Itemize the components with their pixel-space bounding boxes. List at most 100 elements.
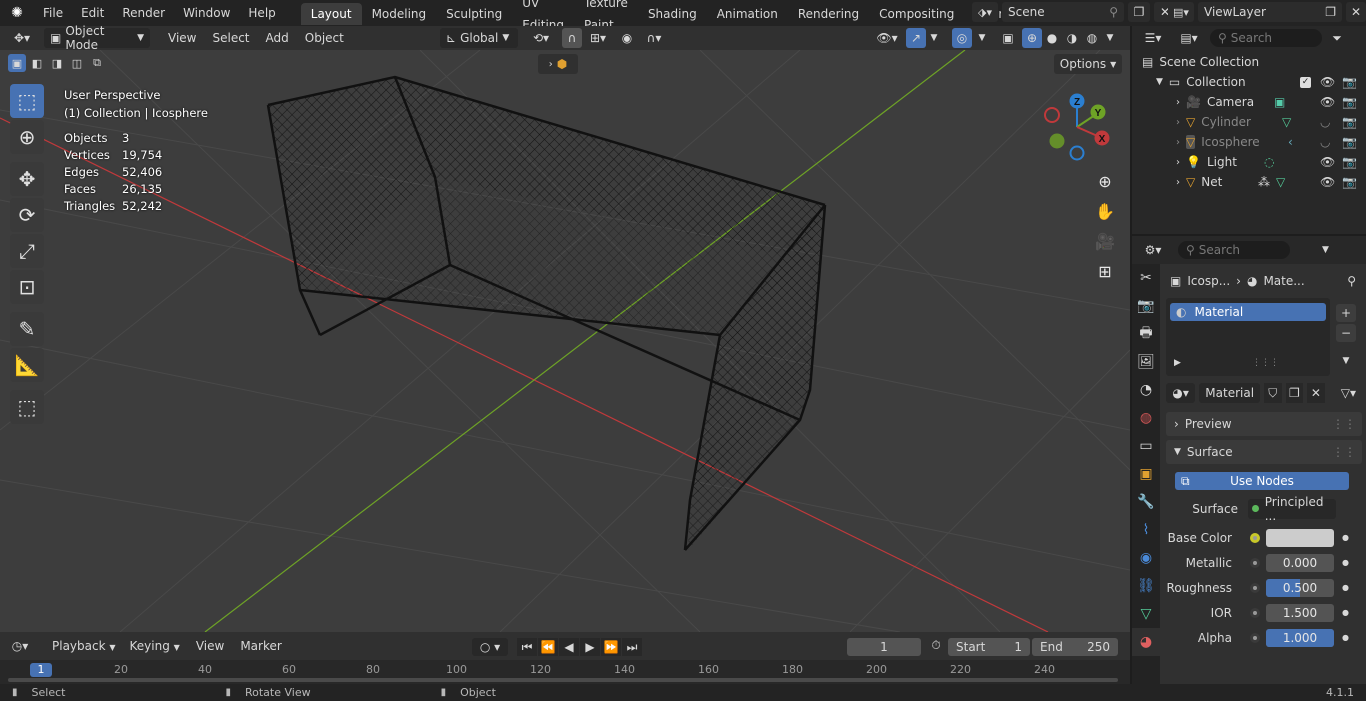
socket-dot-icon[interactable]: [1250, 632, 1260, 643]
drag-handle-icon[interactable]: ⋮⋮: [1332, 445, 1356, 459]
play-reverse-icon[interactable]: ◀: [559, 638, 579, 656]
chevron-down-icon[interactable]: ▼: [928, 33, 940, 43]
outliner-item-net[interactable]: › ▽ Net ⁂ ▽ 👁 📷: [1132, 172, 1366, 192]
view-layer-selector[interactable]: ViewLayer ❐: [1198, 2, 1342, 22]
socket-dot-icon[interactable]: [1250, 582, 1260, 593]
expand-icon[interactable]: ▶: [1174, 358, 1181, 368]
material-tab-icon[interactable]: ◕: [1132, 628, 1160, 656]
measure-tool[interactable]: 📐: [10, 348, 44, 382]
output-tab-icon[interactable]: 🖶: [1132, 320, 1160, 348]
collection-row[interactable]: ▼ ▭ Collection ✓ 👁 📷: [1132, 72, 1366, 92]
tab-modeling[interactable]: Modeling: [362, 3, 437, 25]
add-cube-tool[interactable]: ⬚: [10, 390, 44, 424]
chevron-down-icon[interactable]: ▼: [1156, 77, 1163, 87]
pin-icon[interactable]: ⚲: [1347, 274, 1356, 288]
menu-window[interactable]: Window: [174, 0, 239, 26]
menu-render[interactable]: Render: [113, 0, 174, 26]
collection-tab-icon[interactable]: ▭: [1132, 432, 1160, 460]
keyframe-dot-icon[interactable]: ●: [1342, 558, 1349, 567]
next-keyframe-icon[interactable]: ⏩: [601, 638, 621, 656]
cursor-tool[interactable]: ⊕: [10, 120, 44, 154]
pin-icon[interactable]: ⚲: [1109, 5, 1118, 19]
resize-handle-icon[interactable]: ⋮⋮⋮: [1252, 358, 1279, 368]
filter-icon[interactable]: ⏷: [1328, 31, 1346, 46]
scale-tool[interactable]: ⤢: [10, 234, 44, 268]
select-extend-icon[interactable]: ◧: [28, 54, 46, 72]
checkbox-icon[interactable]: ✓: [1300, 76, 1311, 88]
display-mode-icon[interactable]: ▤▾: [1174, 31, 1204, 45]
tab-compositing[interactable]: Compositing: [869, 3, 964, 25]
chevron-down-icon[interactable]: ▼: [1104, 33, 1116, 43]
camera-render-icon[interactable]: 📷: [1342, 135, 1357, 149]
eye-icon[interactable]: 👁: [1320, 95, 1335, 109]
duplicate-icon[interactable]: ❐: [1285, 383, 1304, 403]
menu-file[interactable]: File: [34, 0, 72, 26]
delete-view-layer-icon[interactable]: ✕: [1346, 2, 1366, 22]
prev-keyframe-icon[interactable]: ⏪: [538, 638, 558, 656]
chevron-right-icon[interactable]: ›: [1176, 177, 1180, 188]
material-name-field[interactable]: Material: [1199, 383, 1260, 403]
tab-uv-editing[interactable]: UV Editing: [512, 0, 574, 26]
modifiers-tab-icon[interactable]: 🔧: [1132, 488, 1160, 516]
menu-object[interactable]: Object: [297, 31, 352, 45]
current-frame-field[interactable]: 1: [847, 638, 921, 656]
navigation-gizmo[interactable]: Z Y X: [1040, 90, 1114, 164]
start-frame-field[interactable]: Start 1: [948, 638, 1030, 656]
tab-texture-paint[interactable]: Texture Paint: [574, 0, 638, 26]
render-tab-icon[interactable]: 📷: [1132, 292, 1160, 320]
camera-render-icon[interactable]: 📷: [1342, 75, 1357, 89]
chevron-down-icon[interactable]: ▼: [976, 33, 988, 43]
hand-icon[interactable]: ✋: [1091, 197, 1119, 225]
scene-icon[interactable]: ⬗▾: [972, 2, 998, 22]
physics-tab-icon[interactable]: ◉: [1132, 544, 1160, 572]
add-slot-icon[interactable]: +: [1336, 304, 1356, 322]
surface-shader-selector[interactable]: Principled ...: [1248, 495, 1336, 523]
tab-animation[interactable]: Animation: [707, 3, 788, 25]
tab-layout[interactable]: Layout: [300, 3, 362, 25]
unlink-icon[interactable]: ✕: [1307, 383, 1325, 403]
keyframe-dot-icon[interactable]: ●: [1342, 533, 1349, 542]
socket-dot-icon[interactable]: [1250, 532, 1260, 543]
editor-type-icon[interactable]: ✥▾: [0, 31, 44, 45]
xray-icon[interactable]: ▣: [998, 31, 1018, 45]
menu-add[interactable]: Add: [258, 31, 297, 45]
chevron-down-icon[interactable]: ▼: [1336, 352, 1356, 370]
chevron-down-icon[interactable]: ▼: [1322, 245, 1329, 255]
eye-icon[interactable]: 👁: [1320, 75, 1335, 89]
snap-icon[interactable]: ∩: [562, 28, 582, 48]
select-intersect-icon[interactable]: ⧉: [88, 54, 106, 72]
camera-render-icon[interactable]: 📷: [1342, 115, 1357, 129]
menu-select[interactable]: Select: [204, 31, 257, 45]
view-layer-tab-icon[interactable]: 🖼: [1132, 348, 1160, 376]
select-new-icon[interactable]: ▣: [8, 54, 26, 72]
eye-hidden-icon[interactable]: ◡: [1320, 135, 1330, 149]
zoom-icon[interactable]: ⊕: [1091, 167, 1119, 195]
menu-keying[interactable]: Keying ▼: [122, 639, 188, 653]
jump-end-icon[interactable]: ⏭: [622, 638, 642, 656]
particles-tab-icon[interactable]: ⌇: [1132, 516, 1160, 544]
select-subtract-icon[interactable]: ◨: [48, 54, 66, 72]
orientation-selector[interactable]: ⊾ Global ▼: [440, 28, 518, 48]
gizmo-icon[interactable]: ↗: [906, 28, 926, 48]
menu-playback[interactable]: Playback ▼: [40, 639, 122, 653]
remove-slot-icon[interactable]: −: [1336, 324, 1356, 342]
outliner-item-light[interactable]: › 💡 Light ◌ 👁 📷: [1132, 152, 1366, 172]
outliner-editor-icon[interactable]: ☰▾: [1138, 31, 1168, 45]
eye-hidden-icon[interactable]: ◡: [1320, 115, 1330, 129]
auto-keying-icon[interactable]: ○ ▾: [472, 638, 508, 656]
end-frame-field[interactable]: End 250: [1032, 638, 1118, 656]
object-tab-icon[interactable]: ▣: [1132, 460, 1160, 488]
chevron-right-icon[interactable]: ›: [1176, 137, 1180, 148]
drag-handle-icon[interactable]: ⋮⋮: [1332, 417, 1356, 431]
3d-viewport[interactable]: ▣ ◧ ◨ ◫ ⧉ ⬚ ⊕ ✥ ⟳ ⤢ ⊡ ✎ 📐 ⬚ User Perspec…: [0, 50, 1130, 632]
property-field[interactable]: 0.000: [1266, 553, 1334, 572]
grid-icon[interactable]: ⊞: [1091, 257, 1119, 285]
annotate-tool[interactable]: ✎: [10, 312, 44, 346]
keyframe-dot-icon[interactable]: ●: [1342, 633, 1349, 642]
keyframe-dot-icon[interactable]: ●: [1342, 583, 1349, 592]
socket-dot-icon[interactable]: [1250, 557, 1260, 568]
surface-panel-header[interactable]: ▼ Surface ⋮⋮: [1166, 440, 1362, 464]
scene-collection-row[interactable]: ▤ Scene Collection: [1132, 52, 1366, 72]
tool-tab-icon[interactable]: ✂: [1132, 264, 1160, 292]
blender-logo-icon[interactable]: ✺: [0, 5, 34, 21]
